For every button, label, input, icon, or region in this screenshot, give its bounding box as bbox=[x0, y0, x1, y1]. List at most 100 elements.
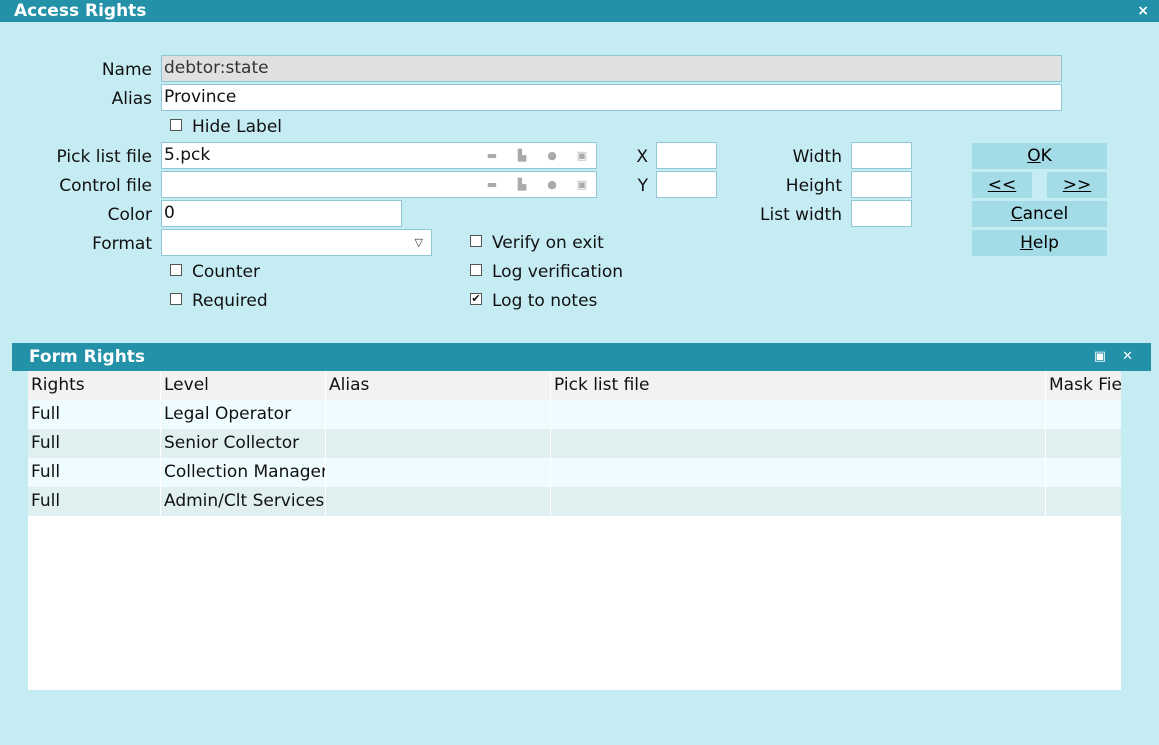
log-to-notes-checkbox[interactable]: ✔ Log to notes bbox=[470, 289, 597, 313]
close-icon[interactable]: × bbox=[1137, 0, 1149, 22]
counter-checkbox[interactable]: Counter bbox=[170, 260, 260, 284]
log-to-notes-text: Log to notes bbox=[492, 291, 598, 311]
column-header-alias[interactable]: Alias bbox=[326, 371, 551, 400]
cell-rights: Full bbox=[28, 400, 161, 429]
cell-level: Legal Operator bbox=[161, 400, 326, 429]
cell-rights: Full bbox=[28, 429, 161, 458]
column-header-level[interactable]: Level bbox=[161, 371, 326, 400]
table-row[interactable]: Full Admin/Clt Services bbox=[28, 487, 1121, 516]
column-header-mask[interactable]: Mask Fie bbox=[1046, 371, 1121, 400]
cancel-button[interactable]: Cancel bbox=[972, 201, 1107, 227]
column-header-picklist[interactable]: Pick list file bbox=[551, 371, 1046, 400]
prev-label: << bbox=[987, 175, 1017, 195]
lookup-icon[interactable]: ▣ bbox=[572, 178, 592, 192]
verify-checkbox[interactable]: Verify on exit bbox=[470, 231, 604, 255]
table-row[interactable]: Full Collection Manager bbox=[28, 458, 1121, 487]
picklist-label: Pick list file bbox=[56, 147, 152, 167]
cell-picklist bbox=[551, 429, 1046, 458]
cell-alias bbox=[326, 429, 551, 458]
name-field: debtor:state bbox=[161, 55, 1062, 82]
height-field[interactable] bbox=[851, 171, 912, 198]
picklist-field[interactable]: 5.pck ▬ ▙ ● ▣ bbox=[161, 142, 597, 169]
clear-icon[interactable]: ● bbox=[542, 149, 562, 163]
format-select[interactable]: ▽ bbox=[161, 229, 432, 256]
hide-label-text: Hide Label bbox=[192, 117, 283, 137]
prev-button[interactable]: << bbox=[972, 172, 1032, 198]
color-label: Color bbox=[107, 205, 152, 225]
verify-check[interactable] bbox=[470, 235, 482, 247]
chevron-down-icon[interactable]: ▽ bbox=[415, 230, 423, 255]
height-label: Height bbox=[785, 176, 842, 196]
window-title: Access Rights bbox=[14, 1, 147, 21]
list-width-label: List width bbox=[760, 205, 842, 225]
required-checkbox[interactable]: Required bbox=[170, 289, 268, 313]
help-rest: elp bbox=[1032, 233, 1059, 253]
next-button[interactable]: >> bbox=[1047, 172, 1107, 198]
cell-rights: Full bbox=[28, 458, 161, 487]
cancel-rest: ancel bbox=[1022, 204, 1069, 224]
y-field[interactable] bbox=[656, 171, 717, 198]
folder-icon[interactable]: ▬ bbox=[482, 149, 502, 163]
log-verification-check[interactable] bbox=[470, 264, 482, 276]
width-label: Width bbox=[792, 147, 842, 167]
cancel-accel: C bbox=[1010, 204, 1023, 224]
next-label: >> bbox=[1062, 175, 1092, 195]
log-to-notes-check[interactable]: ✔ bbox=[470, 293, 482, 305]
print-icon[interactable]: ▙ bbox=[512, 149, 532, 163]
required-text: Required bbox=[192, 291, 268, 311]
hide-label-checkbox[interactable]: Hide Label bbox=[170, 115, 282, 139]
verify-text: Verify on exit bbox=[492, 233, 604, 253]
window-titlebar: Access Rights × bbox=[0, 0, 1159, 22]
cell-level: Senior Collector bbox=[161, 429, 326, 458]
form-rights-grid[interactable]: Rights Level Alias Pick list file Mask F… bbox=[28, 371, 1121, 690]
width-field[interactable] bbox=[851, 142, 912, 169]
column-header-rights[interactable]: Rights bbox=[28, 371, 161, 400]
folder-icon[interactable]: ▬ bbox=[482, 178, 502, 192]
cell-picklist bbox=[551, 400, 1046, 429]
format-label: Format bbox=[92, 234, 152, 254]
picklist-value: 5.pck bbox=[164, 145, 211, 165]
color-field[interactable]: 0 bbox=[161, 200, 402, 227]
control-field[interactable]: ▬ ▙ ● ▣ bbox=[161, 171, 597, 198]
cell-mask bbox=[1046, 458, 1121, 487]
x-label: X bbox=[636, 147, 648, 167]
counter-check[interactable] bbox=[170, 264, 182, 276]
cell-alias bbox=[326, 487, 551, 516]
cell-mask bbox=[1046, 400, 1121, 429]
x-field[interactable] bbox=[656, 142, 717, 169]
cell-level: Admin/Clt Services bbox=[161, 487, 326, 516]
table-row[interactable]: Full Legal Operator bbox=[28, 400, 1121, 429]
counter-text: Counter bbox=[192, 262, 260, 282]
alias-field[interactable]: Province bbox=[161, 84, 1062, 111]
lookup-icon[interactable]: ▣ bbox=[572, 149, 592, 163]
clear-icon[interactable]: ● bbox=[542, 178, 562, 192]
form-rights-titlebar: Form Rights ▣ ✕ bbox=[12, 343, 1151, 371]
help-button[interactable]: Help bbox=[972, 230, 1107, 256]
ok-accel: O bbox=[1027, 146, 1041, 166]
table-row[interactable]: Full Senior Collector bbox=[28, 429, 1121, 458]
cell-mask bbox=[1046, 487, 1121, 516]
y-label: Y bbox=[637, 176, 648, 196]
hide-label-check[interactable] bbox=[170, 119, 182, 131]
required-check[interactable] bbox=[170, 293, 182, 305]
help-accel: H bbox=[1020, 233, 1033, 253]
cell-picklist bbox=[551, 487, 1046, 516]
cell-picklist bbox=[551, 458, 1046, 487]
cell-alias bbox=[326, 458, 551, 487]
ok-rest: K bbox=[1040, 146, 1052, 166]
name-label: Name bbox=[101, 60, 152, 80]
log-verification-text: Log verification bbox=[492, 262, 624, 282]
list-width-field[interactable] bbox=[851, 200, 912, 227]
cell-rights: Full bbox=[28, 487, 161, 516]
cell-level: Collection Manager bbox=[161, 458, 326, 487]
maximize-icon[interactable]: ▣ bbox=[1094, 343, 1106, 371]
cell-mask bbox=[1046, 429, 1121, 458]
form-rights-title: Form Rights bbox=[29, 347, 146, 367]
grid-header: Rights Level Alias Pick list file Mask F… bbox=[28, 371, 1121, 400]
log-verification-checkbox[interactable]: Log verification bbox=[470, 260, 623, 284]
close-icon[interactable]: ✕ bbox=[1122, 343, 1133, 371]
alias-label: Alias bbox=[111, 89, 152, 109]
control-label: Control file bbox=[59, 176, 152, 196]
print-icon[interactable]: ▙ bbox=[512, 178, 532, 192]
ok-button[interactable]: OK bbox=[972, 143, 1107, 169]
